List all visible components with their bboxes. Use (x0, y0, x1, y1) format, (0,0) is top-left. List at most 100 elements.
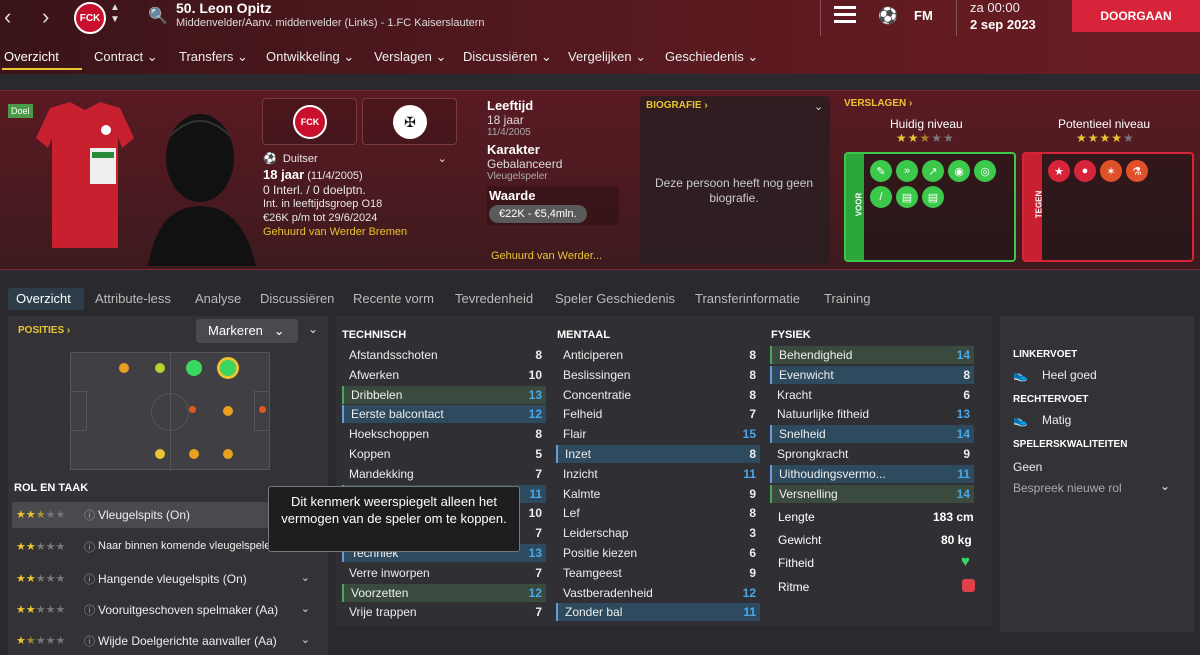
attribute-row[interactable]: Afwerken 10 (342, 366, 546, 384)
nav-ontwikkeling[interactable]: Ontwikkeling ⌄ (266, 49, 354, 65)
attribute-row[interactable]: Beslissingen 8 (556, 366, 760, 384)
attribute-row[interactable]: Afstandsschoten 8 (342, 346, 546, 364)
chevron-down-icon[interactable]: ⌄ (308, 322, 318, 336)
trait-icon[interactable]: ● (1074, 160, 1096, 182)
attribute-row[interactable]: Inzet 8 (556, 445, 760, 463)
nav-discussieren[interactable]: Discussiëren ⌄ (463, 49, 552, 65)
chevron-down-icon[interactable]: ⌄ (438, 153, 447, 165)
info-icon[interactable]: ⓘ (84, 633, 95, 649)
trait-icon[interactable]: ◎ (974, 160, 996, 182)
attribute-row[interactable]: Concentratie 8 (556, 386, 760, 404)
attribute-row[interactable]: Koppen 5 (342, 445, 546, 463)
role-row[interactable]: ★★★★★ ⓘ Hangende vleugelspits (On) ⌄ (12, 566, 318, 592)
forward-arrow-icon[interactable]: › (42, 4, 49, 30)
biography-title[interactable]: BIOGRAFIE › (646, 100, 708, 111)
player-switch-icon[interactable]: ▲ ▼ (110, 2, 120, 26)
info-icon[interactable]: ⓘ (84, 571, 95, 587)
attribute-row[interactable]: Hoekschoppen 8 (342, 425, 546, 443)
chevron-down-icon[interactable]: ⌄ (301, 571, 310, 584)
positions-title[interactable]: POSITIES › (18, 325, 70, 336)
nav-geschiedenis[interactable]: Geschiedenis ⌄ (665, 49, 758, 65)
loan-from[interactable]: Gehuurd van Werder Bremen (263, 225, 447, 239)
trait-icon[interactable]: ★ (1048, 160, 1070, 182)
trait-icon[interactable]: ▤ (922, 186, 944, 208)
position-dot[interactable] (186, 360, 202, 376)
club-logo-icon[interactable]: FCK (74, 2, 106, 34)
attribute-row[interactable]: Teamgeest 9 (556, 564, 760, 582)
trait-icon[interactable]: ◉ (948, 160, 970, 182)
position-dot-selected[interactable] (217, 357, 239, 379)
subtab-discussieren[interactable]: Discussiëren (260, 291, 334, 306)
position-dot[interactable] (119, 363, 129, 373)
position-dot[interactable] (189, 406, 196, 413)
subtab-recente-vorm[interactable]: Recente vorm (353, 291, 434, 306)
loan-note[interactable]: Gehuurd van Werder... (491, 250, 602, 262)
subtab-speler-geschiedenis[interactable]: Speler Geschiedenis (555, 291, 675, 306)
fm-logo[interactable]: FM (914, 8, 933, 23)
reports-title[interactable]: VERSLAGEN › (844, 98, 912, 109)
attribute-row[interactable]: Vrije trappen 7 (342, 603, 546, 621)
subtab-tevredenheid[interactable]: Tevredenheid (455, 291, 533, 306)
attribute-row[interactable]: Sprongkracht 9 (770, 445, 974, 463)
nav-verslagen[interactable]: Verslagen ⌄ (374, 49, 446, 65)
position-dot[interactable] (155, 363, 165, 373)
nav-contract[interactable]: Contract ⌄ (94, 49, 158, 65)
role-row[interactable]: ★★★★★ ⓘ Vooruitgeschoven spelmaker (Aa) … (12, 597, 318, 623)
info-icon[interactable]: ⓘ (84, 539, 95, 555)
trait-icon[interactable]: / (870, 186, 892, 208)
trait-icon[interactable]: ✎ (870, 160, 892, 182)
trait-icon[interactable]: » (896, 160, 918, 182)
bio-chevron-icon[interactable]: ⌄ (814, 100, 823, 113)
attribute-row[interactable]: Inzicht 11 (556, 465, 760, 483)
subtab-analyse[interactable]: Analyse (195, 291, 241, 306)
attribute-row[interactable]: Kracht 6 (770, 386, 974, 404)
attribute-row[interactable]: Behendigheid 14 (770, 346, 974, 364)
info-icon[interactable]: ⓘ (84, 507, 95, 523)
role-row[interactable]: ★★★★★ ⓘ Wijde Doelgerichte aanvaller (Aa… (12, 628, 318, 654)
attribute-row[interactable]: Versnelling 14 (770, 484, 974, 503)
nav-vergelijken[interactable]: Vergelijken ⌄ (568, 49, 646, 65)
chevron-down-icon[interactable]: ⌄ (1160, 479, 1170, 493)
nav-transfers[interactable]: Transfers ⌄ (179, 49, 248, 65)
trait-icon[interactable]: ✶ (1100, 160, 1122, 182)
subtab-overzicht[interactable]: Overzicht (16, 291, 71, 306)
attribute-row[interactable]: Leiderschap 3 (556, 524, 760, 542)
attribute-row[interactable]: Dribbelen 13 (342, 385, 546, 404)
attribute-row[interactable]: Flair 15 (556, 425, 760, 443)
subtab-attribute-less[interactable]: Attribute-less (95, 291, 171, 306)
position-dot[interactable] (223, 406, 233, 416)
attribute-row[interactable]: Kalmte 9 (556, 485, 760, 503)
globe-icon[interactable]: ⚽ (878, 6, 898, 26)
markeren-dropdown[interactable]: Markeren ⌄ (196, 319, 298, 343)
attribute-row[interactable]: Uithoudingsvermo... 11 (770, 464, 974, 483)
back-arrow-icon[interactable]: ‹ (4, 4, 11, 30)
chevron-down-icon[interactable]: ⌄ (301, 633, 310, 646)
position-dot[interactable] (223, 449, 233, 459)
position-dot[interactable] (189, 449, 199, 459)
attribute-row[interactable]: Anticiperen 8 (556, 346, 760, 364)
attribute-row[interactable]: Voorzetten 12 (342, 583, 546, 602)
attribute-row[interactable]: Felheid 7 (556, 405, 760, 423)
subtab-training[interactable]: Training (824, 291, 870, 306)
attribute-row[interactable]: Eerste balcontact 12 (342, 405, 546, 424)
menu-icon[interactable] (834, 6, 856, 24)
attribute-row[interactable]: Mandekking 7 (342, 465, 546, 483)
position-dot[interactable] (155, 449, 165, 459)
attribute-row[interactable]: Natuurlijke fitheid 13 (770, 405, 974, 423)
trait-icon[interactable]: ⚗ (1126, 160, 1148, 182)
trait-icon[interactable]: ▤ (896, 186, 918, 208)
position-dot[interactable] (259, 406, 266, 413)
club-crest-box[interactable]: FCK (262, 98, 357, 145)
attribute-row[interactable]: Evenwicht 8 (770, 365, 974, 384)
attribute-row[interactable]: Snelheid 14 (770, 425, 974, 444)
attribute-row[interactable]: Verre inworpen 7 (342, 564, 546, 582)
bespreek-rol-dropdown[interactable]: Bespreek nieuwe rol (1013, 481, 1122, 495)
nav-overzicht[interactable]: Overzicht (4, 49, 59, 64)
chevron-down-icon[interactable]: ⌄ (301, 602, 310, 615)
waarde-value[interactable]: €22K - €5,4mln. (489, 205, 587, 223)
attribute-row[interactable]: Lef 8 (556, 504, 760, 522)
continue-button[interactable]: DOORGAAN (1072, 0, 1200, 32)
attribute-row[interactable]: Zonder bal 11 (556, 603, 760, 622)
info-icon[interactable]: ⓘ (84, 602, 95, 618)
attribute-row[interactable]: Vastberadenheid 12 (556, 584, 760, 602)
